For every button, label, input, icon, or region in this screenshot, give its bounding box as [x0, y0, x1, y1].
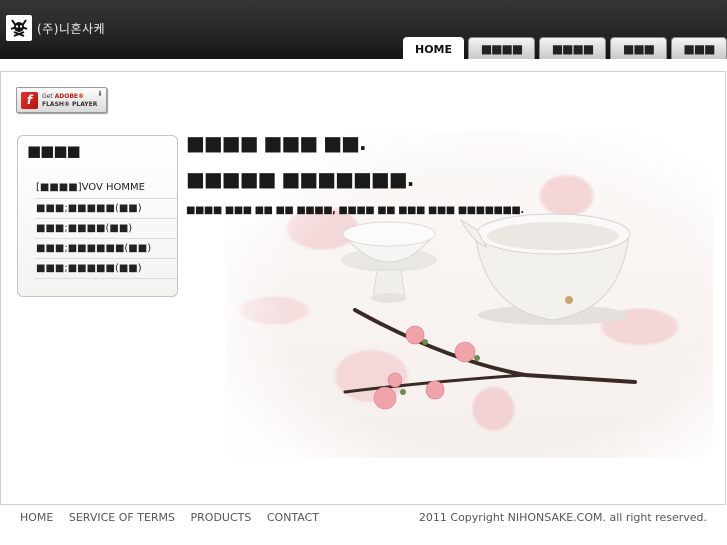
list-item[interactable]: ■■■;■■■■■(■■) [35, 199, 177, 219]
list-item[interactable]: ■■■;■■■■■(■■) [35, 259, 177, 279]
download-arrow-icon: ⬇ [97, 90, 103, 98]
hero-subline: ■■■■ ■■■ ■■ ■■ ■■■■, ■■■■ ■■ ■■■ ■■■ ■■■… [186, 205, 524, 216]
hero-headline-2: ■■■■■ ■■■■■■■. [186, 167, 414, 191]
tab-label: ■■■ [622, 41, 655, 56]
tab-3[interactable]: ■■■■ [539, 37, 606, 59]
hero-headline-1: ■■■■ ■■■ ■■. [186, 131, 367, 155]
copyright-text: 2011 Copyright NIHONSAKE.COM. all right … [418, 511, 707, 524]
tab-label: ■■■ [683, 41, 715, 56]
logo-text: (주)니혼사케 [37, 21, 106, 36]
tab-5[interactable]: ■■■ [671, 37, 727, 59]
get-flash-player-button[interactable]: f Get ADOBE® FLASH® PLAYER ⬇ [16, 87, 107, 113]
tab-label: HOME [414, 42, 453, 56]
tab-2[interactable]: ■■■■ [468, 37, 535, 59]
site-logo[interactable]: (주)니혼사케 [6, 15, 105, 41]
list-item[interactable]: ■■■;■■■■(■■) [35, 219, 177, 239]
flash-product: FLASH® PLAYER [42, 100, 98, 108]
tab-label: ■■■■ [480, 41, 523, 56]
footer-link-terms[interactable]: SERVICE OF TERMS [69, 511, 175, 524]
notice-box-title: ■■■■ [27, 142, 81, 160]
flash-text: Get ADOBE® FLASH® PLAYER [42, 93, 97, 108]
footer-nav: HOME SERVICE OF TERMS PRODUCTS CONTACT [20, 511, 331, 524]
flash-logo-icon: f [21, 91, 38, 109]
notice-list: [■■■■]VOV HOMME ■■■;■■■■■(■■) ■■■;■■■■(■… [35, 178, 177, 279]
tab-label: ■■■■ [551, 41, 594, 56]
list-item[interactable]: ■■■;■■■■■■(■■) [35, 239, 177, 259]
tab-4[interactable]: ■■■ [610, 37, 667, 59]
list-item[interactable]: [■■■■]VOV HOMME [35, 178, 177, 199]
footer-link-home[interactable]: HOME [20, 511, 53, 524]
site-header: (주)니혼사케 HOME ■■■■ ■■■■ ■■■ ■■■ [0, 0, 727, 60]
flash-brand: ADOBE® [54, 92, 85, 100]
footer-link-contact[interactable]: CONTACT [267, 511, 319, 524]
tab-home[interactable]: HOME [403, 37, 464, 60]
footer-link-products[interactable]: PRODUCTS [191, 511, 252, 524]
notice-box: ■■■■ [■■■■]VOV HOMME ■■■;■■■■■(■■) ■■■;■… [17, 135, 178, 297]
skull-logo-icon [6, 15, 32, 41]
flash-get: Get [42, 92, 55, 100]
